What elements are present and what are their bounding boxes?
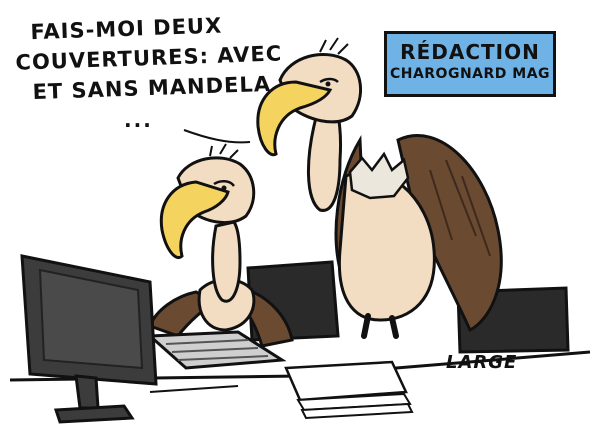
sign-subtitle: CHAROGNARD MAG xyxy=(389,66,551,82)
paper-stack xyxy=(284,360,414,420)
seated-vulture-neck xyxy=(211,220,242,303)
speech-bubble-text: FAIS-MOI DEUX COUVERTURES: AVEC ET SANS … xyxy=(8,8,311,108)
seated-vulture xyxy=(148,143,294,348)
newsroom-sign: RÉDACTION CHAROGNARD MAG xyxy=(384,31,556,97)
monitor-stand xyxy=(74,374,100,410)
sign-title: RÉDACTION xyxy=(400,40,540,64)
speech-ellipsis: ... xyxy=(124,108,153,132)
speech-pointer xyxy=(183,129,251,144)
artist-signature: LARGE xyxy=(446,352,518,373)
